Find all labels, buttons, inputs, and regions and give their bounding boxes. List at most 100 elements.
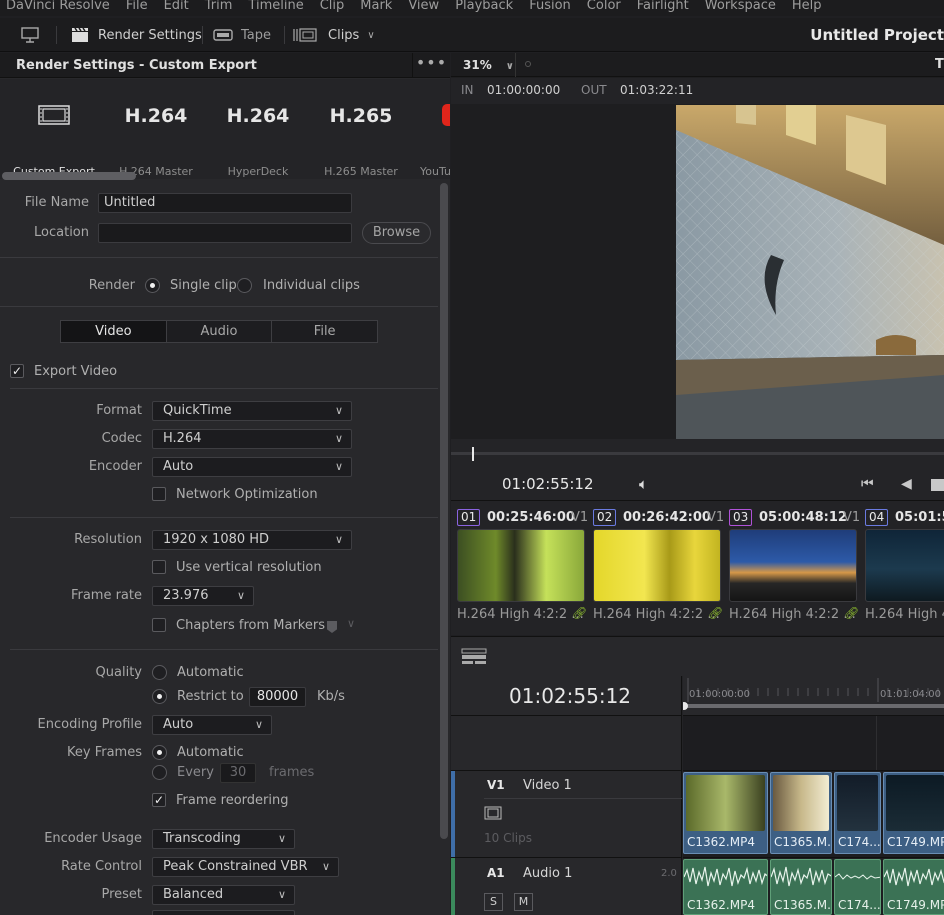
timeline-video-clip[interactable]: C1749.MP4 <box>883 772 944 854</box>
menu-view[interactable]: View <box>408 0 439 14</box>
menu-trim[interactable]: Trim <box>205 0 233 14</box>
zoom-dropdown[interactable]: 31% ∨ <box>463 53 514 79</box>
tab-audio[interactable]: Audio <box>165 321 272 342</box>
timeline-video-clip[interactable]: C174... <box>834 772 881 854</box>
stop-icon[interactable] <box>931 479 944 491</box>
quality-automatic-radio[interactable] <box>152 665 167 680</box>
scrubber-bar[interactable] <box>451 452 944 455</box>
skip-back-icon[interactable]: ⏮︎ <box>861 476 874 492</box>
in-out-bar: IN 01:00:00:00 OUT 01:03:22:11 <box>451 78 944 104</box>
menu-mark[interactable]: Mark <box>360 0 392 14</box>
timeline-ruler[interactable]: 01:00:00:00 01:01:04:00 <box>683 676 944 716</box>
single-clip-radio[interactable] <box>145 278 160 293</box>
menu-playback[interactable]: Playback <box>455 0 513 14</box>
frame-reordering-checkbox[interactable]: ✓ <box>152 793 166 807</box>
timeline-audio-clip[interactable]: C174... <box>834 859 881 915</box>
preset-scrollbar[interactable] <box>2 172 136 180</box>
menu-davinci-resolve[interactable]: DaVinci Resolve <box>6 0 110 14</box>
speaker-icon[interactable]: 🔈︎ <box>639 475 648 493</box>
vertical-resolution-checkbox[interactable] <box>152 560 166 574</box>
bitrate-input[interactable]: 80000 <box>249 687 306 707</box>
settings-tabs: Video Audio File <box>60 320 378 343</box>
timeline-audio-clip[interactable]: C1362.MP4 <box>683 859 768 915</box>
tape-button[interactable]: Tape <box>213 18 271 52</box>
viewer-timecode[interactable]: 01:02:55:12 <box>502 475 594 493</box>
clip-track: V1 <box>843 510 861 525</box>
in-timecode[interactable]: 01:00:00:00 <box>487 83 560 97</box>
menu-clip[interactable]: Clip <box>320 0 345 14</box>
timeline-panel: 01:02:55:12 V1 Video 1 10 Clips A1 Audio… <box>451 676 944 915</box>
encoding-profile-value: Auto <box>163 717 194 732</box>
keyframes-every-radio[interactable] <box>152 765 167 780</box>
individual-clips-radio[interactable] <box>237 278 252 293</box>
monitor-icon[interactable] <box>20 18 48 52</box>
timeline-video-clip[interactable]: C1362.MP4 <box>683 772 768 854</box>
preset-h265-master[interactable]: H.265 H.265 Master <box>311 79 411 179</box>
network-optimization-checkbox[interactable] <box>152 487 166 501</box>
preset-custom-export[interactable]: Custom Export <box>4 79 104 179</box>
clip-thumbnail[interactable]: 04 05:01:51 H.264 High 4: <box>859 501 944 636</box>
keyframes-automatic-radio[interactable] <box>152 745 167 760</box>
timeline-audio-clip[interactable]: C1749.MP4 <box>883 859 944 915</box>
menu-help[interactable]: Help <box>792 0 822 14</box>
preset-dropdown[interactable]: Balanced ∨ <box>152 885 295 905</box>
encoding-profile-dropdown[interactable]: Auto ∨ <box>152 715 272 735</box>
chapters-checkbox[interactable] <box>152 618 166 632</box>
preset-youtube[interactable]: YouTu <box>412 79 450 179</box>
preset-label: YouTu <box>420 165 450 178</box>
clip-thumbnail[interactable]: 02 00:26:42:00 V1 H.264 High 4:2:2 ... 🔗… <box>587 501 724 636</box>
clip-count: 10 Clips <box>484 831 532 845</box>
link-icon: 🔗︎ <box>844 606 860 620</box>
frame-rate-dropdown[interactable]: 23.976 ∨ <box>152 586 254 606</box>
timeline-tracks: 01:00:00:00 01:01:04:00 C1362.MP4 C1365.… <box>683 676 944 915</box>
resolution-dropdown[interactable]: 1920 x 1080 HD ∨ <box>152 530 352 550</box>
chevron-down-icon[interactable]: ∨ <box>347 617 355 630</box>
film-frame-icon[interactable] <box>484 806 502 820</box>
menu-color[interactable]: Color <box>587 0 621 14</box>
export-video-checkbox[interactable]: ✓ <box>10 364 24 378</box>
tape-label: Tape <box>241 27 272 43</box>
more-options-icon[interactable]: ••• <box>412 53 450 78</box>
timeline-view-icon[interactable] <box>461 647 487 665</box>
audio-track-name[interactable]: Audio 1 <box>523 866 572 881</box>
render-settings-button[interactable]: Render Settings <box>70 18 202 52</box>
menu-fusion[interactable]: Fusion <box>529 0 571 14</box>
clip-thumbnail[interactable]: 01 00:25:46:00 V1 H.264 High 4:2:2 ... 🔗… <box>451 501 588 636</box>
encoder-dropdown[interactable]: Auto ∨ <box>152 457 352 477</box>
preset-codec: H.264 <box>226 105 290 127</box>
mute-button[interactable]: M <box>514 893 533 911</box>
v1-label[interactable]: V1 <box>487 778 505 792</box>
tab-video[interactable]: Video <box>61 321 166 342</box>
menu-edit[interactable]: Edit <box>164 0 189 14</box>
encoder-usage-dropdown[interactable]: Transcoding ∨ <box>152 829 295 849</box>
video-track-name[interactable]: Video 1 <box>523 778 572 793</box>
menu-workspace[interactable]: Workspace <box>705 0 776 14</box>
video-frame[interactable] <box>676 105 944 439</box>
timeline-video-clip[interactable]: C1365.M... <box>770 772 832 854</box>
restrict-to-radio[interactable] <box>152 689 167 704</box>
timeline-audio-clip[interactable]: C1365.M... <box>770 859 832 915</box>
timeline-timecode[interactable]: 01:02:55:12 <box>509 684 631 708</box>
codec-dropdown[interactable]: H.264 ∨ <box>152 429 352 449</box>
out-timecode[interactable]: 01:03:22:11 <box>620 83 693 97</box>
menu-timeline[interactable]: Timeline <box>248 0 303 14</box>
browse-button[interactable]: Browse <box>362 222 431 244</box>
file-name-input[interactable]: Untitled <box>98 193 352 213</box>
menu-fairlight[interactable]: Fairlight <box>637 0 689 14</box>
menu-file[interactable]: File <box>126 0 148 14</box>
clip-thumbnail[interactable]: 03 05:00:48:12 V1 H.264 High 4:2:2 ... 🔗… <box>723 501 861 636</box>
playhead[interactable] <box>472 447 474 461</box>
rate-control-dropdown[interactable]: Peak Constrained VBR ∨ <box>152 857 339 877</box>
play-reverse-icon[interactable]: ◀︎ <box>901 476 912 492</box>
keyframes-every-input[interactable]: 30 <box>220 763 256 783</box>
settings-scrollbar[interactable] <box>440 183 448 839</box>
clips-button[interactable]: Clips ∨ <box>292 18 375 52</box>
format-dropdown[interactable]: QuickTime ∨ <box>152 401 352 421</box>
location-input[interactable] <box>98 223 352 243</box>
next-dropdown[interactable] <box>152 910 295 915</box>
tab-file[interactable]: File <box>271 321 377 342</box>
preset-h264-master[interactable]: H.264 H.264 Master <box>106 79 206 179</box>
solo-button[interactable]: S <box>484 893 503 911</box>
preset-hyperdeck[interactable]: H.264 HyperDeck <box>208 79 308 179</box>
a1-label[interactable]: A1 <box>487 866 505 880</box>
